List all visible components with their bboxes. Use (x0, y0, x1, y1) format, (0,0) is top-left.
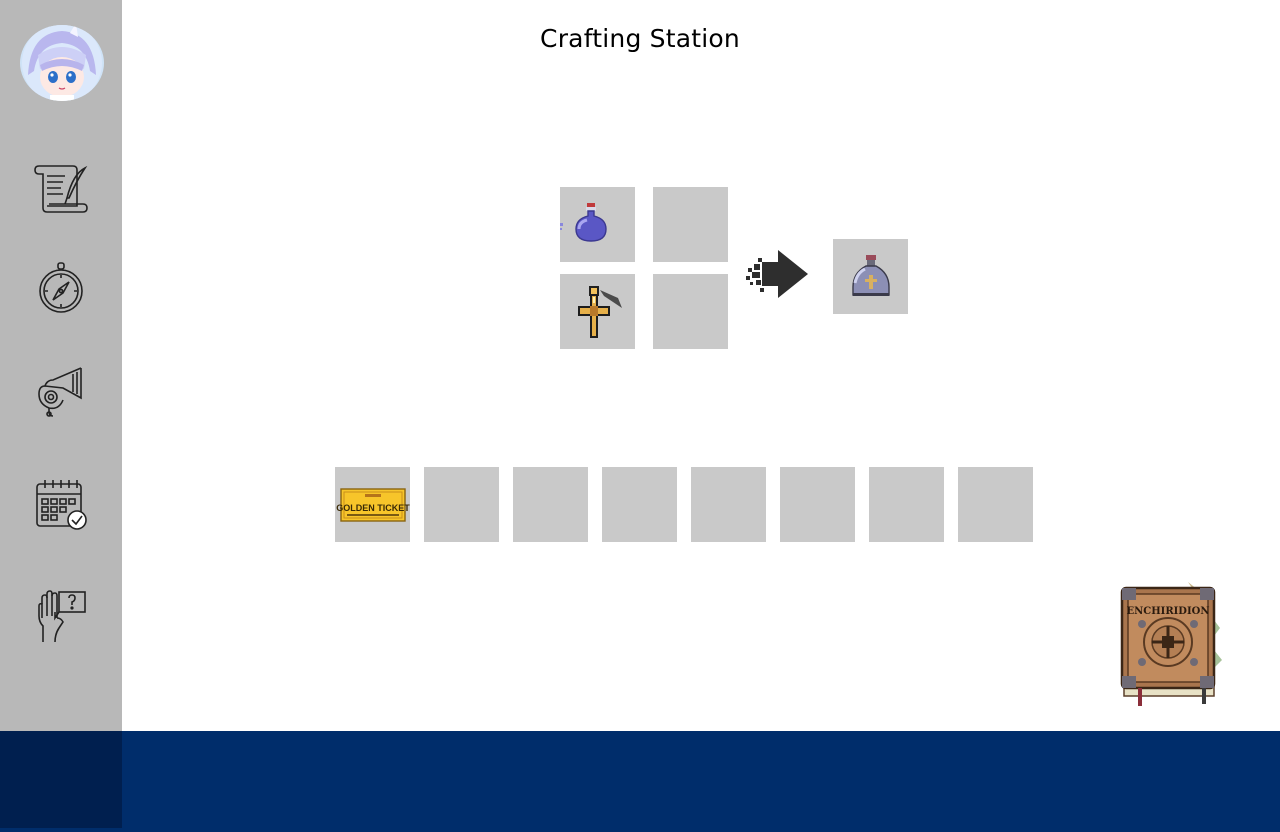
enchiridion-title: ENCHIRIDION (1126, 606, 1209, 617)
hand-help-icon[interactable] (31, 588, 91, 644)
bottom-bar (0, 731, 1280, 832)
page-title: Crafting Station (540, 24, 740, 53)
inventory-slot[interactable] (780, 467, 855, 542)
pixel-arrow-right-icon (744, 248, 810, 300)
enchiridion-book-icon[interactable]: ENCHIRIDION (1118, 580, 1224, 710)
crafting-input-slot[interactable] (560, 187, 635, 262)
crafting-input-slot[interactable] (653, 187, 728, 262)
avatar[interactable] (20, 25, 104, 101)
purple-potion-icon (560, 203, 607, 242)
inventory-slot[interactable] (424, 467, 499, 542)
horn-icon[interactable] (31, 364, 91, 420)
inventory-slot[interactable] (602, 467, 677, 542)
scroll-quill-icon[interactable] (31, 158, 91, 214)
golden-ticket-text: GOLDEN TICKET (336, 503, 410, 513)
crafting-output-slot[interactable] (833, 239, 908, 314)
inventory-slot[interactable] (691, 467, 766, 542)
calendar-check-icon[interactable] (31, 476, 91, 532)
golden-cross-icon (578, 286, 622, 338)
bottom-bar-sidebar-segment (0, 731, 122, 828)
holy-water-bottle-icon (852, 255, 890, 296)
inventory-slot[interactable] (513, 467, 588, 542)
inventory-slot[interactable]: GOLDEN TICKET (335, 467, 410, 542)
inventory-slot[interactable] (958, 467, 1033, 542)
golden-ticket-icon: GOLDEN TICKET (336, 488, 410, 522)
sidebar (0, 0, 122, 731)
crafting-input-slot[interactable] (653, 274, 728, 349)
inventory-slot[interactable] (869, 467, 944, 542)
crafting-input-slot[interactable] (560, 274, 635, 349)
compass-icon[interactable] (31, 260, 91, 316)
